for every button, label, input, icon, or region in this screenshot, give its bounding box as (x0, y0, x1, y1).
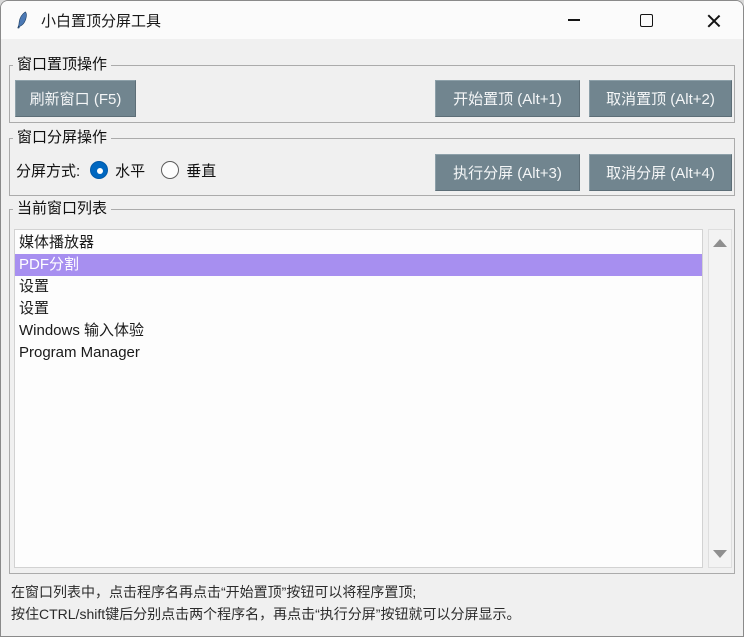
list-item-selected[interactable]: PDF分割 (15, 254, 702, 276)
split-mode-label: 分屏方式: (16, 160, 80, 181)
close-button[interactable] (690, 4, 736, 36)
group-topmost-operations: 窗口置顶操作 刷新窗口 (F5) 开始置顶 (Alt+1) 取消置顶 (Alt+… (9, 65, 735, 123)
status-help-text: 在窗口列表中，点击程序名再点击“开始置顶”按钮可以将程序置顶; 按住CTRL/s… (11, 581, 520, 625)
status-line-1: 在窗口列表中，点击程序名再点击“开始置顶”按钮可以将程序置顶; (11, 581, 520, 603)
group-split-operations: 窗口分屏操作 分屏方式: 水平 垂直 执行分屏 (Alt+3) 取消分屏 (Al… (9, 138, 735, 196)
cancel-topmost-button[interactable]: 取消置顶 (Alt+2) (589, 80, 732, 117)
group-topmost-title: 窗口置顶操作 (13, 55, 111, 75)
radio-unselected-icon (161, 161, 179, 179)
title-bar[interactable]: 小白置顶分屏工具 (1, 1, 743, 39)
radio-vertical-label: 垂直 (186, 160, 216, 181)
feather-app-icon (14, 11, 32, 29)
group-split-title: 窗口分屏操作 (13, 128, 111, 148)
cancel-split-button[interactable]: 取消分屏 (Alt+4) (589, 154, 732, 191)
maximize-button[interactable] (623, 4, 669, 36)
minimize-icon (568, 19, 580, 20)
radio-horizontal[interactable]: 水平 (90, 160, 145, 181)
status-line-2: 按住CTRL/shift键后分别点击两个程序名，再点击“执行分屏”按钮就可以分屏… (11, 603, 520, 625)
scroll-up-icon[interactable] (713, 239, 727, 247)
split-mode-row: 分屏方式: 水平 垂直 (16, 158, 232, 182)
maximize-icon (640, 14, 653, 27)
list-item[interactable]: Program Manager (15, 342, 702, 364)
radio-horizontal-label: 水平 (115, 160, 145, 181)
list-item[interactable]: 设置 (15, 298, 702, 320)
radio-selected-icon (90, 161, 108, 179)
radio-vertical[interactable]: 垂直 (161, 160, 216, 181)
list-item[interactable]: 媒体播放器 (15, 232, 702, 254)
refresh-windows-button[interactable]: 刷新窗口 (F5) (15, 80, 136, 117)
start-topmost-button[interactable]: 开始置顶 (Alt+1) (435, 80, 580, 117)
window-title: 小白置顶分屏工具 (41, 10, 161, 31)
group-window-list: 当前窗口列表 媒体播放器 PDF分割 设置 设置 Windows 输入体验 Pr… (9, 209, 735, 574)
scroll-down-icon[interactable] (713, 550, 727, 558)
list-item[interactable]: Windows 输入体验 (15, 320, 702, 342)
execute-split-button[interactable]: 执行分屏 (Alt+3) (435, 154, 580, 191)
close-icon (707, 14, 720, 27)
list-item[interactable]: 设置 (15, 276, 702, 298)
app-window: 小白置顶分屏工具 窗口置顶操作 刷新窗口 (F5) 开始置顶 (Alt+1) 取… (0, 0, 744, 637)
window-listbox[interactable]: 媒体播放器 PDF分割 设置 设置 Windows 输入体验 Program M… (14, 229, 703, 568)
group-window-list-title: 当前窗口列表 (13, 199, 111, 219)
minimize-button[interactable] (551, 4, 597, 36)
list-scrollbar[interactable] (708, 229, 732, 568)
